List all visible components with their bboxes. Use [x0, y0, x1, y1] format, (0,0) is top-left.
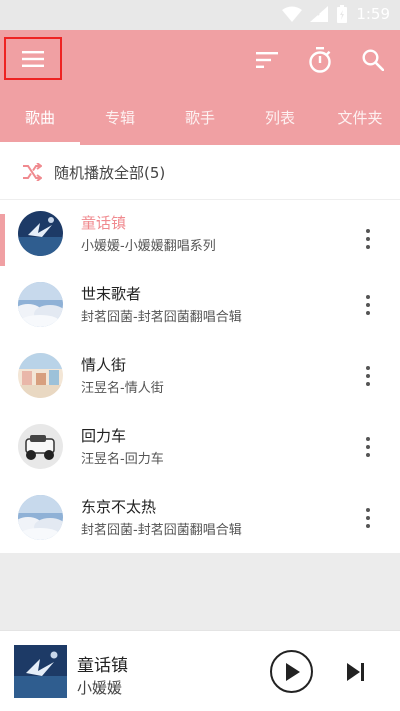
song-cover-1 — [18, 211, 63, 256]
song-item-3[interactable]: 情人街 汪昱名-情人街 — [0, 342, 400, 410]
song-cover-2 — [18, 282, 63, 327]
shuffle-icon — [23, 163, 42, 181]
tab-playlists[interactable]: 列表 — [240, 103, 320, 145]
search-button[interactable] — [358, 45, 388, 75]
song-item-1[interactable]: 童话镇 小媛媛-小媛媛翻唱系列 — [0, 200, 400, 268]
timer-icon — [309, 47, 331, 73]
song-subtitle: 封茗囧菌-封茗囧菌翻唱合辑 — [81, 310, 242, 325]
song-text-1: 童话镇 小媛媛-小媛媛翻唱系列 — [81, 212, 216, 257]
play-icon — [285, 662, 300, 681]
mini-player[interactable]: 童话镇 小媛媛 — [0, 630, 400, 711]
menu-button[interactable] — [4, 37, 62, 80]
tab-bar: 歌曲 专辑 歌手 列表 文件夹 — [0, 103, 400, 145]
song-cover-3 — [18, 353, 63, 398]
player-artist: 小媛媛 — [77, 679, 123, 697]
song-title: 东京不太热 — [81, 498, 157, 516]
more-options-icon[interactable] — [356, 432, 380, 462]
wifi-icon — [282, 6, 303, 22]
song-subtitle: 汪昱名-回力车 — [81, 452, 164, 467]
song-cover-5 — [18, 495, 63, 540]
timer-button[interactable] — [305, 45, 335, 75]
song-subtitle: 汪昱名-情人街 — [81, 381, 164, 396]
status-icons: 1:59 — [282, 5, 390, 23]
sort-icon — [256, 52, 278, 68]
song-item-4[interactable]: 回力车 汪昱名-回力车 — [0, 413, 400, 481]
song-text-3: 情人街 汪昱名-情人街 — [81, 354, 164, 399]
song-text-2: 世末歌者 封茗囧菌-封茗囧菌翻唱合辑 — [81, 283, 242, 328]
player-album-art — [14, 645, 67, 698]
song-text-5: 东京不太热 封茗囧菌-封茗囧菌翻唱合辑 — [81, 496, 242, 541]
more-options-icon[interactable] — [356, 224, 380, 254]
song-title: 情人街 — [81, 356, 127, 374]
battery-icon — [337, 5, 348, 23]
tab-albums[interactable]: 专辑 — [80, 103, 160, 145]
hamburger-menu-icon — [22, 50, 44, 67]
app-bar: 歌曲 专辑 歌手 列表 文件夹 — [0, 30, 400, 145]
song-subtitle: 小媛媛-小媛媛翻唱系列 — [81, 239, 216, 254]
song-title: 童话镇 — [81, 214, 127, 232]
search-icon — [362, 49, 384, 71]
shuffle-all-label: 随机播放全部(5) — [54, 163, 166, 182]
tab-songs[interactable]: 歌曲 — [0, 103, 80, 145]
tab-artists[interactable]: 歌手 — [160, 103, 240, 145]
signal-icon — [310, 6, 329, 22]
shuffle-all-button[interactable]: 随机播放全部(5) — [0, 145, 400, 200]
tab-folders[interactable]: 文件夹 — [320, 103, 400, 145]
song-title: 世末歌者 — [81, 285, 142, 303]
more-options-icon[interactable] — [356, 361, 380, 391]
status-bar: 1:59 — [0, 0, 400, 30]
next-track-button[interactable] — [343, 659, 369, 685]
song-subtitle: 封茗囧菌-封茗囧菌翻唱合辑 — [81, 523, 242, 538]
song-text-4: 回力车 汪昱名-回力车 — [81, 425, 164, 470]
song-item-5[interactable]: 东京不太热 封茗囧菌-封茗囧菌翻唱合辑 — [0, 484, 400, 552]
player-song-title: 童话镇 — [77, 656, 128, 676]
song-cover-4 — [18, 424, 63, 469]
play-button[interactable] — [270, 650, 313, 693]
skip-next-icon — [347, 663, 364, 681]
status-time: 1:59 — [356, 5, 390, 23]
song-list: 随机播放全部(5) 童话镇 小媛媛-小媛媛翻唱系列 世末歌者 封茗囧菌-封茗囧菌… — [0, 145, 400, 553]
song-item-2[interactable]: 世末歌者 封茗囧菌-封茗囧菌翻唱合辑 — [0, 271, 400, 339]
more-options-icon[interactable] — [356, 290, 380, 320]
sort-button[interactable] — [252, 45, 282, 75]
song-title: 回力车 — [81, 427, 127, 445]
more-options-icon[interactable] — [356, 503, 380, 533]
